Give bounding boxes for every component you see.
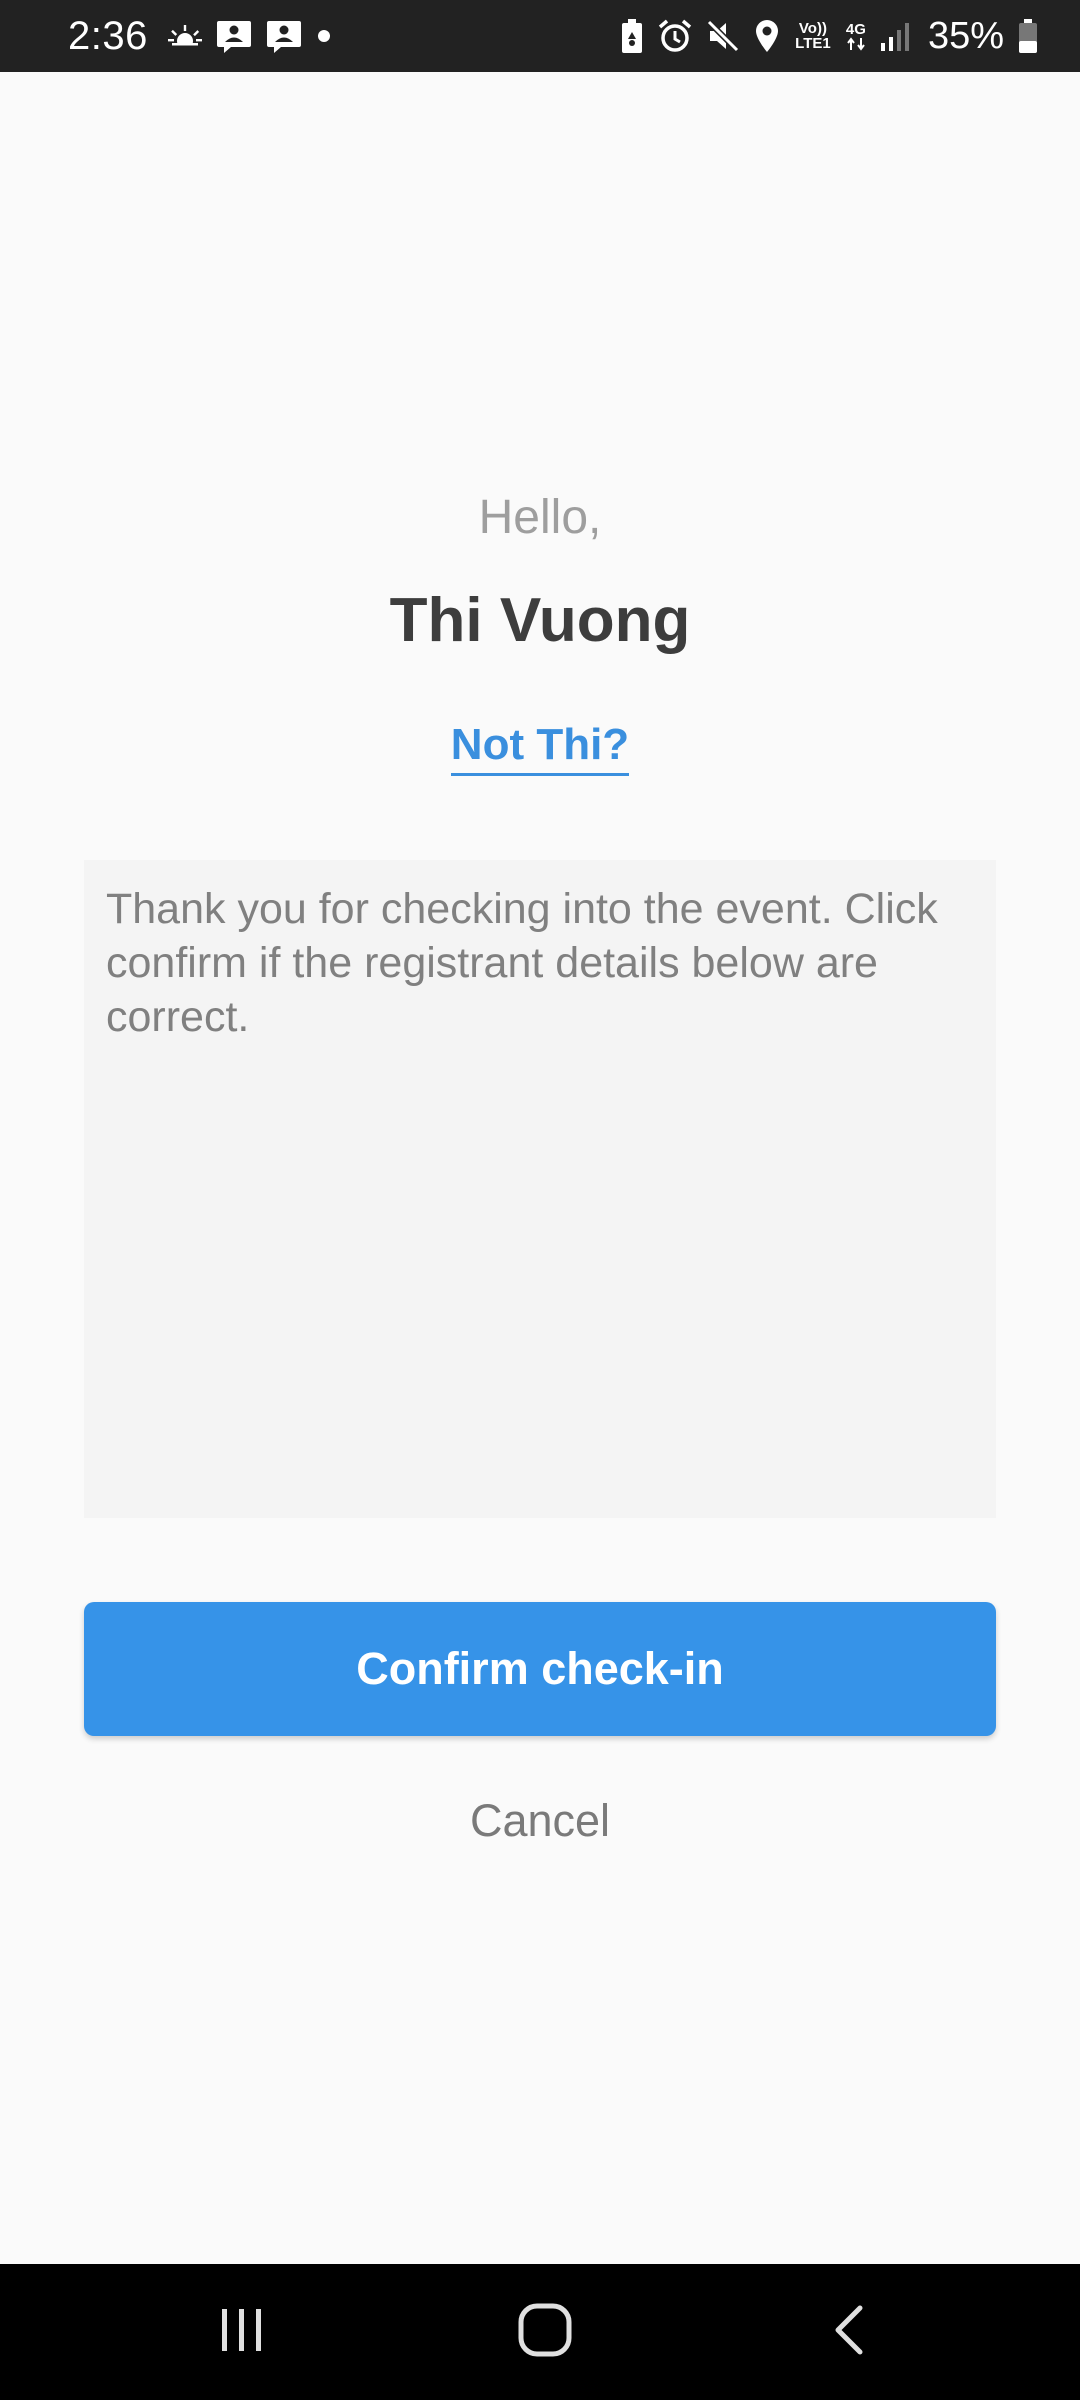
weather-icon — [167, 21, 202, 51]
recents-icon — [217, 2305, 267, 2360]
contact-notification-icon-2 — [266, 19, 302, 53]
not-user-link[interactable]: Not Thi? — [450, 720, 630, 776]
status-right: Vo)) LTE1 4G 35% — [620, 15, 1038, 58]
dot-icon — [316, 28, 332, 44]
alarm-icon — [658, 19, 692, 53]
navigation-bar — [0, 2264, 1080, 2400]
home-icon — [517, 2302, 573, 2363]
location-icon — [754, 19, 780, 53]
back-icon — [828, 2302, 868, 2363]
confirm-check-in-label: Confirm check-in — [356, 1643, 724, 1694]
contact-notification-icon — [216, 19, 252, 53]
battery-saver-icon — [620, 19, 644, 53]
status-time: 2:36 — [68, 13, 148, 58]
cancel-button[interactable]: Cancel — [0, 1795, 1080, 1847]
home-button[interactable] — [465, 2264, 625, 2400]
volte-icon: Vo)) LTE1 — [795, 20, 831, 52]
4g-icon: 4G — [846, 22, 866, 51]
4g-label: 4G — [845, 20, 866, 38]
mute-icon — [706, 19, 740, 53]
battery-percent: 35% — [927, 14, 1004, 57]
registrant-details-box: Thank you for checking into the event. C… — [84, 860, 996, 1518]
back-button[interactable] — [768, 2264, 928, 2400]
hello-label: Hello, — [478, 491, 602, 544]
battery-icon — [1018, 19, 1038, 53]
signal-icon — [880, 21, 910, 51]
registrant-name: Thi Vuong — [389, 586, 691, 655]
recents-button[interactable] — [162, 2264, 322, 2400]
status-left: 2:36 — [68, 14, 332, 59]
status-bar: 2:36 Vo)) LTE1 4G 35% — [0, 0, 1080, 72]
check-in-message: Thank you for checking into the event. C… — [106, 885, 938, 1041]
confirm-check-in-button[interactable]: Confirm check-in — [84, 1602, 996, 1736]
not-user-link-wrapper: Not Thi? — [0, 720, 1080, 776]
